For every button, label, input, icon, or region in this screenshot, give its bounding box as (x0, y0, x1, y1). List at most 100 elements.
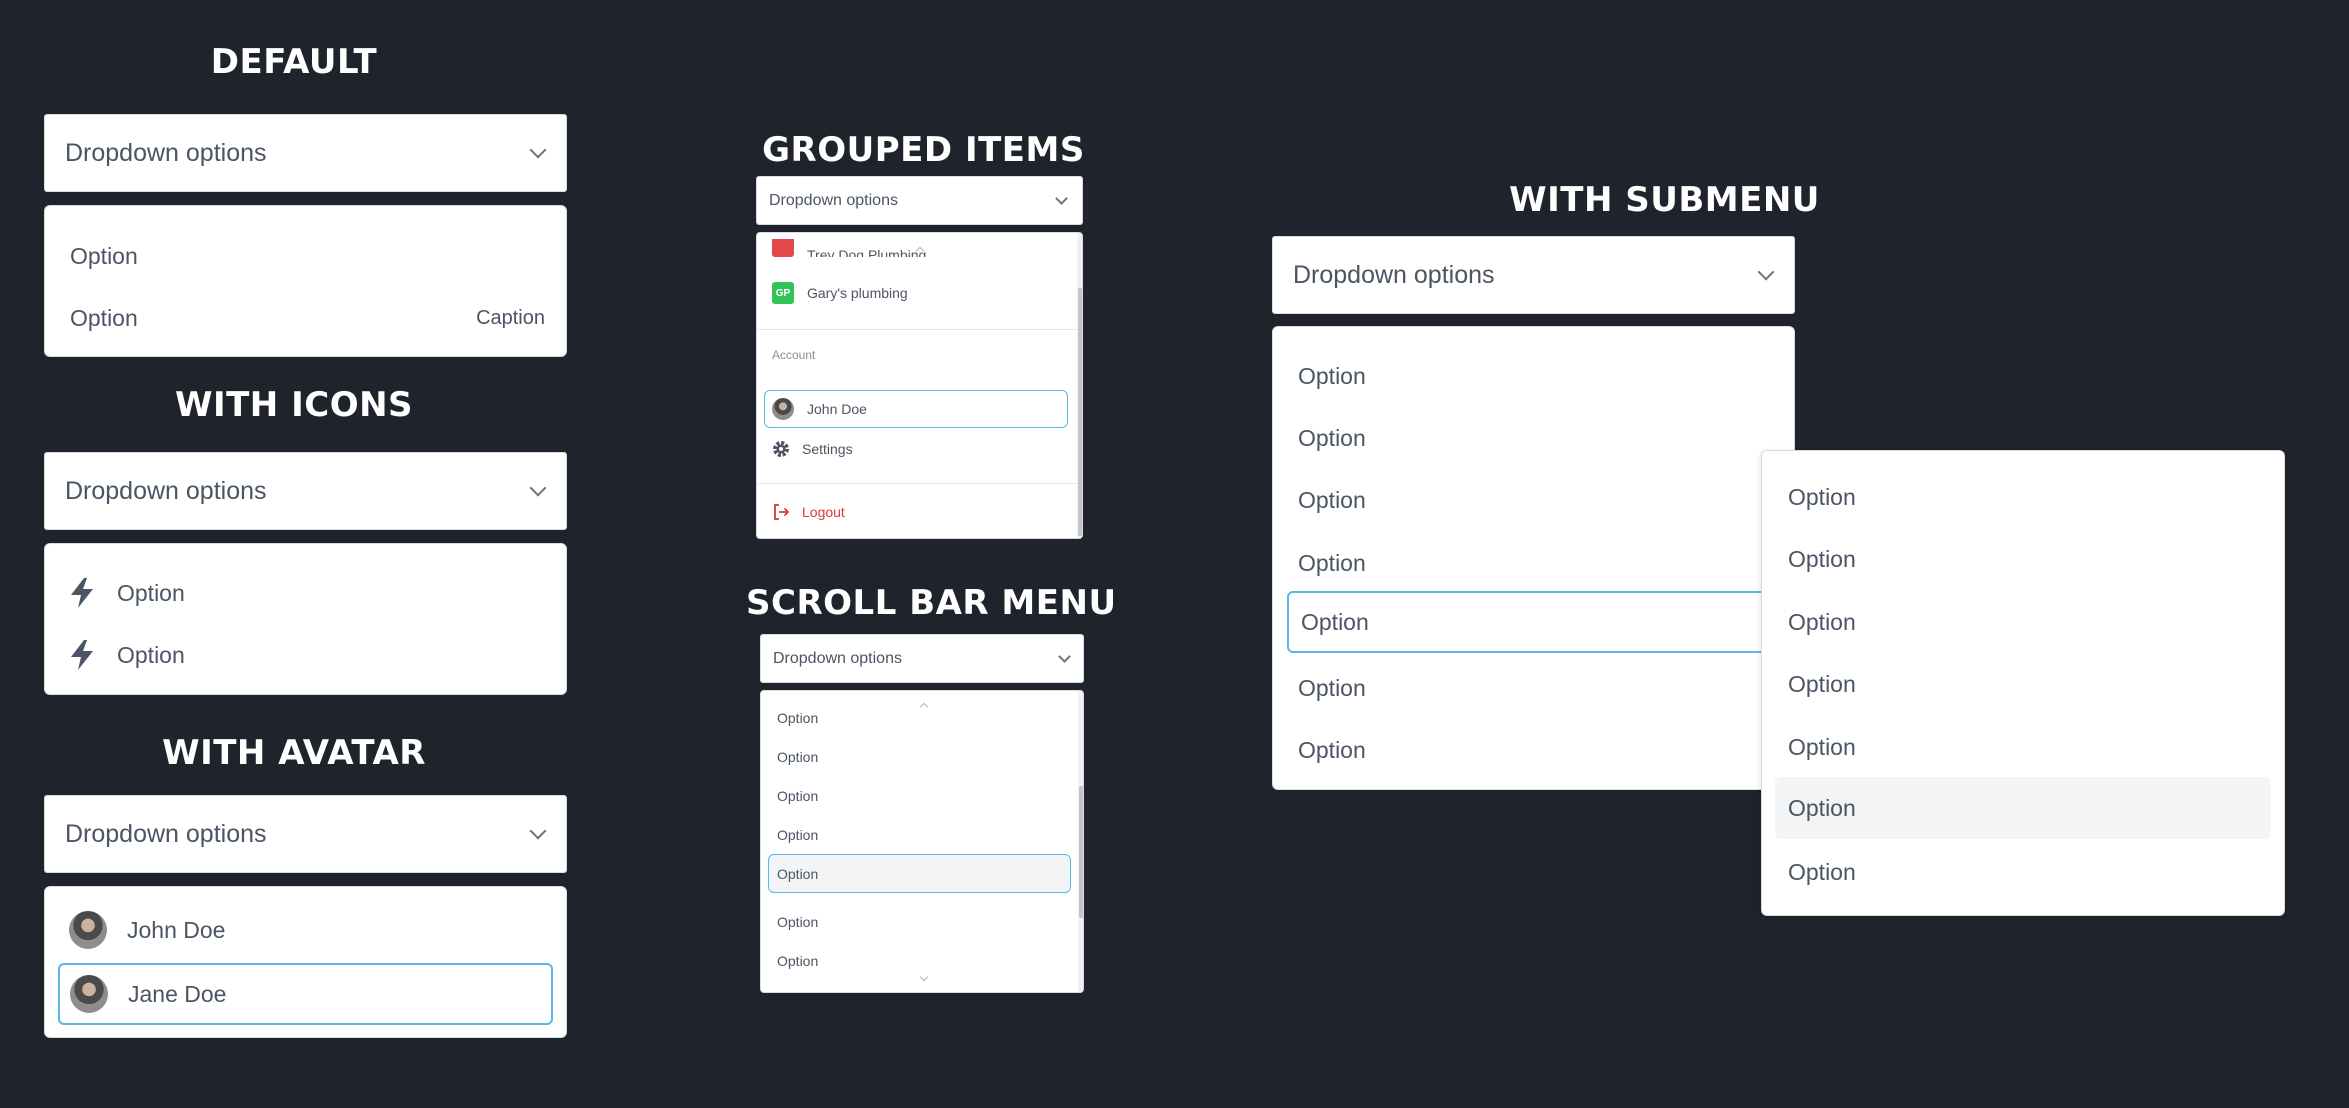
dropdown-menu-scroll: Option Option Option Option Option Optio… (760, 690, 1084, 993)
menu-option[interactable]: Option (69, 570, 185, 616)
submenu-option[interactable]: Option (1788, 724, 1856, 770)
scrollbar-thumb[interactable] (1079, 786, 1083, 918)
menu-option[interactable]: Option (1298, 353, 1366, 399)
dropdown-trigger-default[interactable]: Dropdown options (44, 114, 567, 192)
menu-option[interactable]: Option (777, 951, 818, 971)
business-badge (772, 239, 794, 257)
user-name: Jane Doe (128, 980, 227, 1007)
menu-option[interactable]: Option (1298, 415, 1366, 461)
avatar (70, 975, 108, 1013)
dropdown-trigger-icons[interactable]: Dropdown options (44, 452, 567, 530)
menu-option[interactable]: Option (1298, 665, 1366, 711)
option-label: Option (1298, 424, 1366, 451)
dropdown-menu-default: Option Option Caption (44, 205, 567, 357)
option-label: Option (777, 749, 819, 765)
avatar (772, 398, 794, 420)
option-label: Option (777, 827, 819, 843)
menu-option-with-caption[interactable]: Option Caption (70, 296, 545, 340)
menu-option[interactable]: Option (777, 786, 818, 806)
option-label: Trey Dog Plumbing (807, 247, 927, 257)
option-label: Option (70, 242, 138, 269)
group-divider (757, 329, 1077, 330)
section-title-scroll: SCROLL BAR MENU (746, 583, 1117, 623)
scrollbar-thumb[interactable] (1078, 288, 1082, 536)
option-label: Option (1298, 362, 1366, 389)
option-label: Settings (802, 441, 853, 457)
menu-option[interactable]: Option (70, 234, 138, 278)
gp-badge: GP (772, 282, 794, 304)
option-label: Option (1298, 736, 1366, 763)
menu-option-user-selected[interactable]: John Doe (764, 390, 1068, 428)
dropdown-menu-grouped: Trey Dog Plumbing GP Gary's plumbing Acc… (756, 232, 1083, 539)
dropdown-trigger-label: Dropdown options (65, 476, 267, 505)
section-title-default: DEFAULT (210, 42, 378, 82)
option-label: Option (1788, 670, 1856, 697)
submenu-option[interactable]: Option (1788, 536, 1856, 582)
option-caption: Caption (476, 306, 545, 329)
submenu-option[interactable]: Option (1788, 474, 1856, 520)
option-label: Logout (802, 504, 845, 520)
dropdown-menu-submenu: Option Option Option Option Option Optio… (1272, 326, 1795, 790)
menu-option-business[interactable]: GP Gary's plumbing (772, 280, 908, 306)
menu-option[interactable]: Option (777, 825, 818, 845)
option-label: Option (777, 953, 819, 969)
option-label: Option (777, 788, 819, 804)
option-label: Option (117, 579, 185, 606)
option-label: Option (1788, 858, 1856, 885)
lightning-icon (71, 578, 93, 608)
chevron-down-icon (529, 479, 547, 497)
menu-option[interactable]: Option (69, 632, 185, 678)
menu-option-selected[interactable]: Option (768, 854, 1071, 893)
menu-option-user[interactable]: John Doe (69, 907, 225, 953)
dropdown-trigger-submenu[interactable]: Dropdown options (1272, 236, 1795, 314)
dropdown-menu-avatar: John Doe Jane Doe (44, 886, 567, 1038)
option-label: Option (1788, 794, 1856, 821)
option-label: Option (1301, 608, 1369, 635)
scrollbar[interactable] (1077, 233, 1082, 538)
menu-option-business[interactable]: Trey Dog Plumbing (772, 239, 926, 257)
submenu-option[interactable]: Option (1788, 599, 1856, 645)
section-title-grouped: GROUPED ITEMS (762, 130, 1085, 170)
option-label: Option (70, 304, 138, 331)
submenu-option[interactable]: Option (1788, 661, 1856, 707)
menu-option-settings[interactable]: Settings (772, 436, 853, 462)
option-label: Option (117, 641, 185, 668)
menu-option-with-submenu[interactable]: Option (1287, 591, 1787, 653)
lightning-icon (71, 640, 93, 670)
chevron-down-icon (1055, 192, 1068, 205)
submenu-option[interactable]: Option (1788, 849, 1856, 895)
menu-option[interactable]: Option (1298, 540, 1366, 586)
option-label: Option (777, 710, 819, 726)
chevron-down-icon (1757, 263, 1775, 281)
option-label: Option (1298, 486, 1366, 513)
dropdown-trigger-avatar[interactable]: Dropdown options (44, 795, 567, 873)
option-label: Option (777, 914, 819, 930)
option-label: Gary's plumbing (807, 285, 908, 301)
option-label: Option (1298, 674, 1366, 701)
option-label: Option (1788, 608, 1856, 635)
dropdown-trigger-grouped[interactable]: Dropdown options (756, 176, 1083, 225)
avatar (69, 911, 107, 949)
menu-option-user-selected[interactable]: Jane Doe (58, 963, 553, 1025)
dropdown-trigger-label: Dropdown options (65, 138, 267, 167)
menu-option[interactable]: Option (1298, 477, 1366, 523)
dropdown-trigger-label: Dropdown options (773, 649, 902, 667)
menu-option[interactable]: Option (777, 708, 818, 728)
section-title-icons: WITH ICONS (174, 385, 414, 425)
menu-option[interactable]: Option (777, 747, 818, 767)
chevron-down-icon (529, 141, 547, 159)
scrollbar[interactable] (1078, 691, 1083, 992)
dropdown-menu-icons: Option Option (44, 543, 567, 695)
option-label: Option (1298, 549, 1366, 576)
option-label: Option (777, 865, 819, 882)
menu-option[interactable]: Option (1298, 727, 1366, 773)
group-label: Account (772, 345, 815, 365)
group-divider (757, 483, 1077, 484)
menu-option[interactable]: Option (777, 912, 818, 932)
section-title-avatar: WITH AVATAR (162, 733, 426, 773)
submenu-option-hovered[interactable]: Option (1775, 777, 2271, 839)
dropdown-trigger-label: Dropdown options (769, 191, 898, 209)
dropdown-trigger-scroll[interactable]: Dropdown options (760, 634, 1084, 683)
menu-option-logout[interactable]: Logout (772, 499, 845, 525)
user-name: John Doe (127, 916, 226, 943)
